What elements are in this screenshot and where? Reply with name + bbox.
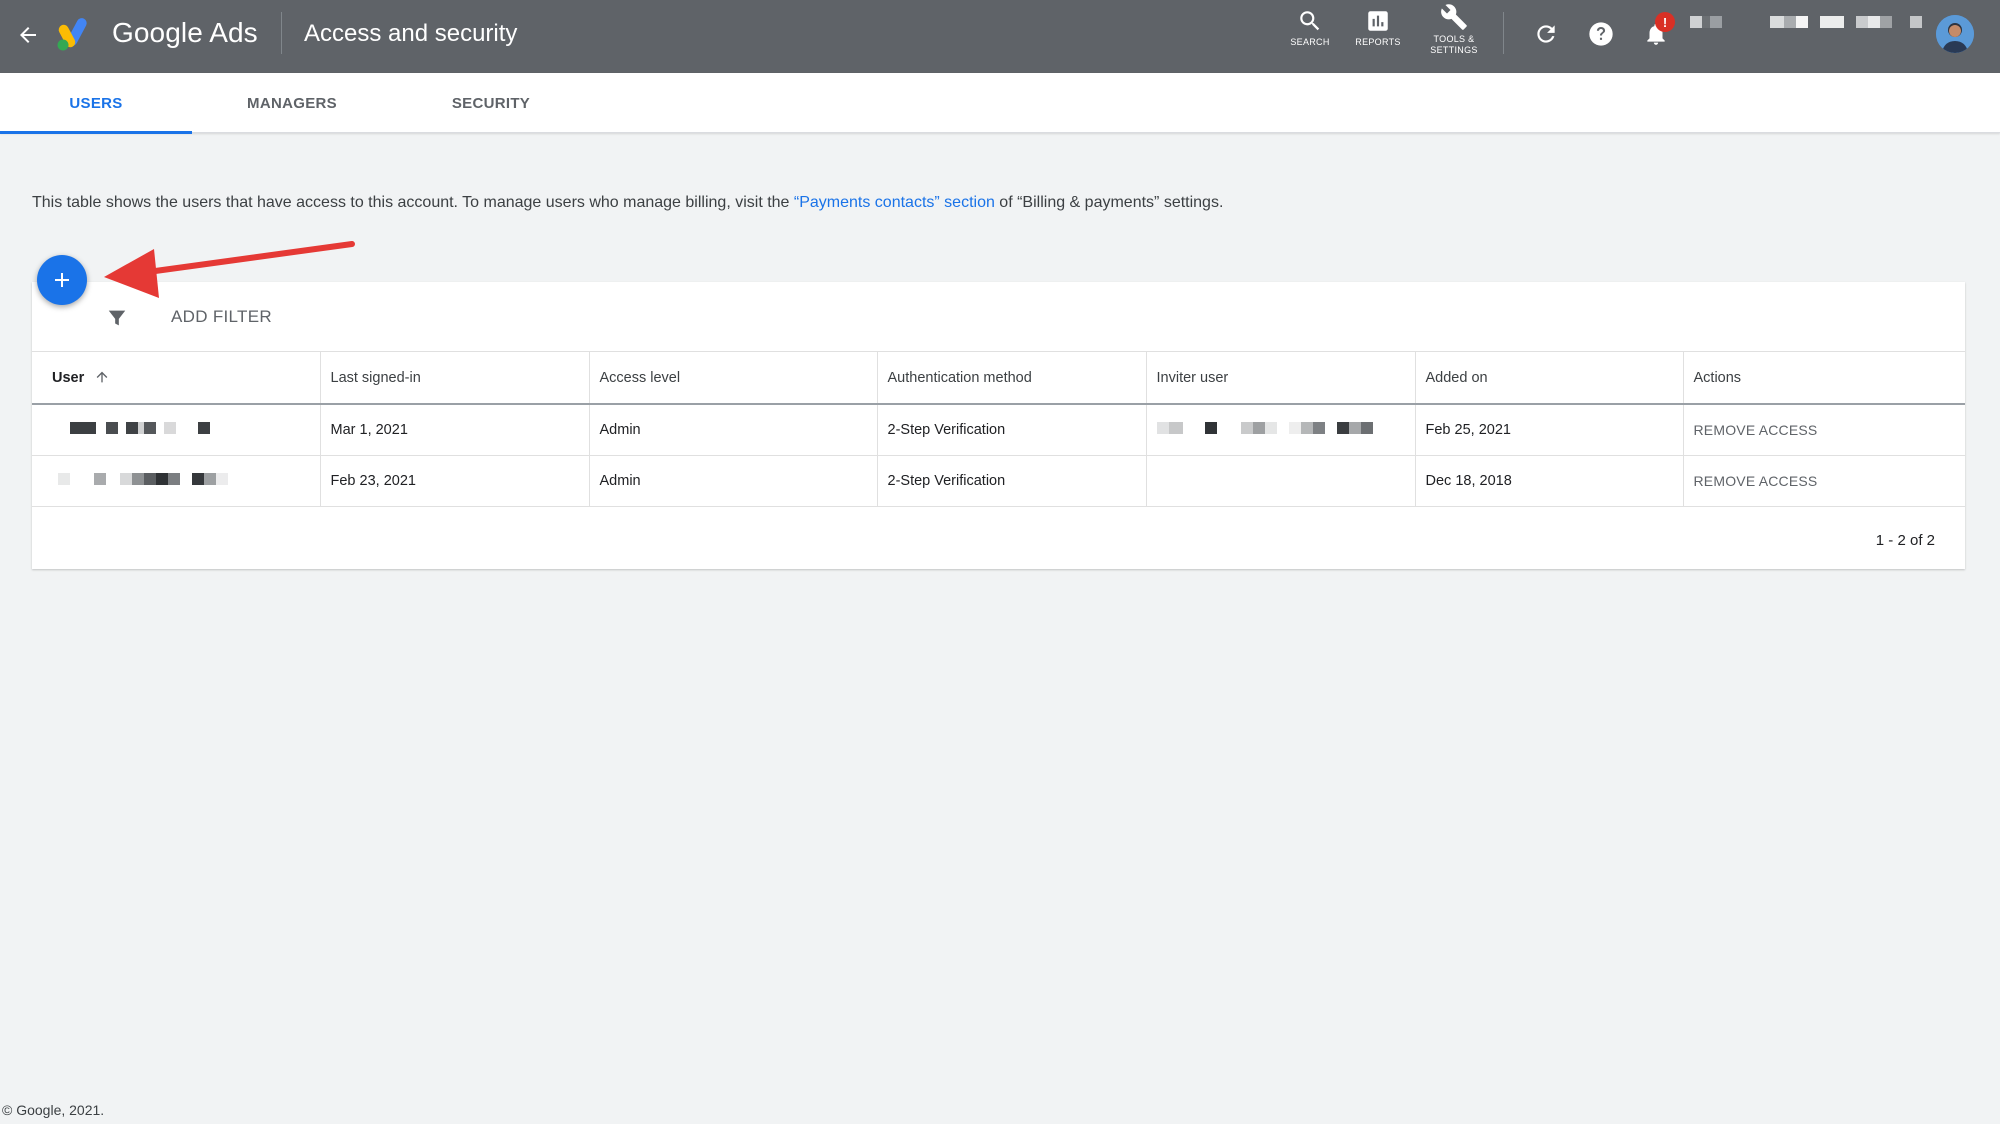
- filter-icon[interactable]: [106, 307, 128, 329]
- add-user-button[interactable]: [37, 255, 87, 305]
- column-header-last-signed-in[interactable]: Last signed-in: [320, 352, 590, 405]
- user-avatar[interactable]: [1936, 15, 1974, 53]
- payments-contacts-link[interactable]: “Payments contacts” section: [794, 194, 995, 211]
- tab-users[interactable]: USERS: [0, 73, 192, 134]
- column-header-user[interactable]: User: [32, 352, 321, 405]
- table-row: Feb 23, 2021 Admin 2-Step Verification D…: [32, 455, 1965, 507]
- tab-security[interactable]: SECURITY: [395, 73, 587, 133]
- column-header-actions: Actions: [1683, 352, 1965, 405]
- access-level-cell[interactable]: Admin: [589, 404, 878, 456]
- notification-badge: !: [1655, 12, 1675, 32]
- wrench-icon: [1441, 4, 1467, 30]
- access-level-cell[interactable]: Admin: [589, 455, 878, 507]
- search-tool-button[interactable]: SEARCH: [1290, 8, 1330, 48]
- user-cell-redacted: [32, 404, 321, 456]
- refresh-icon[interactable]: [1531, 19, 1561, 49]
- top-app-bar: Google Ads Access and security SEARCH RE…: [0, 0, 2000, 73]
- filter-bar: ADD FILTER: [32, 282, 1965, 352]
- last-signed-in-cell: Mar 1, 2021: [320, 404, 590, 456]
- added-on-cell: Dec 18, 2018: [1415, 455, 1684, 507]
- back-arrow-icon[interactable]: [10, 17, 46, 53]
- add-filter-button[interactable]: ADD FILTER: [171, 307, 272, 327]
- column-header-added-on[interactable]: Added on: [1415, 352, 1684, 405]
- column-header-authentication-method[interactable]: Authentication method: [877, 352, 1147, 405]
- search-tool-label: SEARCH: [1290, 37, 1330, 47]
- tools-settings-button[interactable]: TOOLS & SETTINGS: [1422, 3, 1486, 56]
- account-info-redacted[interactable]: [1690, 16, 1922, 30]
- reports-icon: [1368, 11, 1388, 31]
- auth-method-cell: 2-Step Verification: [877, 404, 1147, 456]
- column-header-user-label: User: [52, 370, 85, 386]
- pagination-info: 1 - 2 of 2: [1875, 532, 1935, 549]
- inviter-cell-redacted: [1146, 404, 1416, 456]
- google-ads-logo-icon[interactable]: [56, 16, 96, 52]
- remove-access-button[interactable]: REMOVE ACCESS: [1683, 455, 1965, 507]
- header-divider: [281, 12, 282, 54]
- page-title: Access and security: [304, 20, 518, 47]
- table-header-row: User Last signed-in Access level Authent…: [32, 352, 1965, 405]
- tab-managers[interactable]: MANAGERS: [196, 73, 388, 133]
- search-icon: [1300, 11, 1320, 31]
- description-text: This table shows the users that have acc…: [32, 194, 794, 211]
- column-header-access-level[interactable]: Access level: [589, 352, 878, 405]
- brand-name[interactable]: Google Ads: [112, 17, 258, 49]
- inviter-cell: [1146, 455, 1416, 507]
- header-divider-right: [1503, 12, 1504, 54]
- added-on-cell: Feb 25, 2021: [1415, 404, 1684, 456]
- description-text-end: of “Billing & payments” settings.: [994, 194, 1224, 211]
- help-icon[interactable]: [1586, 19, 1616, 49]
- auth-method-cell: 2-Step Verification: [877, 455, 1147, 507]
- plus-icon: [55, 273, 69, 287]
- users-table: User Last signed-in Access level Authent…: [32, 352, 1965, 507]
- table-description: This table shows the users that have acc…: [32, 194, 1223, 212]
- copyright-footer: © Google, 2021.: [2, 1102, 105, 1118]
- sort-ascending-icon[interactable]: [94, 369, 110, 385]
- tools-settings-label: TOOLS & SETTINGS: [1430, 34, 1478, 55]
- last-signed-in-cell: Feb 23, 2021: [320, 455, 590, 507]
- column-header-inviter-user[interactable]: Inviter user: [1146, 352, 1416, 405]
- user-cell-redacted: [32, 455, 321, 507]
- reports-tool-label: REPORTS: [1355, 37, 1401, 47]
- users-table-card: ADD FILTER User Last signed-in Access le…: [32, 282, 1965, 569]
- remove-access-button[interactable]: REMOVE ACCESS: [1683, 404, 1965, 456]
- reports-tool-button[interactable]: REPORTS: [1353, 8, 1403, 48]
- table-row: Mar 1, 2021 Admin 2-Step Verification Fe…: [32, 404, 1965, 456]
- tab-bar: USERS MANAGERS SECURITY: [0, 73, 2000, 134]
